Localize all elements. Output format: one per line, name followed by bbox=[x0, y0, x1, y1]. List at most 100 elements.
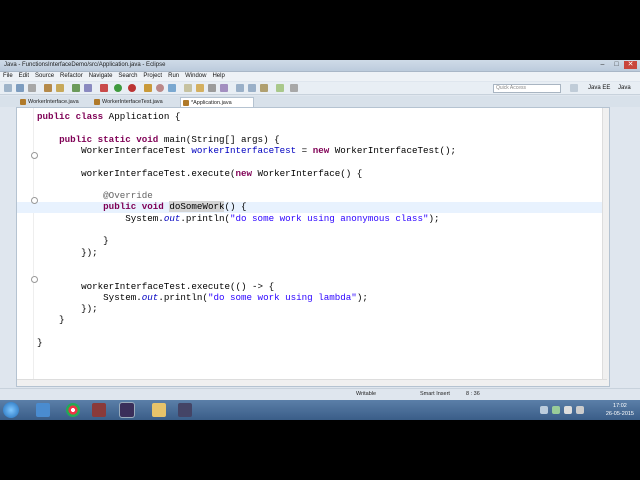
code-token: new bbox=[312, 144, 330, 156]
code-line[interactable]: } bbox=[37, 314, 65, 325]
annotation-icon[interactable] bbox=[220, 84, 228, 92]
code-line[interactable]: workerInterfaceTest.execute(() -> { bbox=[37, 281, 274, 292]
code-line[interactable]: System.out.println("do some work using l… bbox=[37, 292, 368, 303]
code-token: WorkerInterfaceTest(); bbox=[329, 144, 457, 156]
outline-icon[interactable] bbox=[290, 84, 298, 92]
new-class-icon[interactable] bbox=[144, 84, 152, 92]
new-icon[interactable] bbox=[4, 84, 12, 92]
code-token: () { bbox=[224, 201, 247, 213]
code-line[interactable]: WorkerInterfaceTest workerInterfaceTest … bbox=[37, 145, 456, 156]
code-line[interactable]: public class Application { bbox=[37, 111, 180, 122]
code-line[interactable]: System.out.println("do some work using a… bbox=[37, 212, 440, 224]
eclipse-icon[interactable] bbox=[119, 402, 135, 418]
code-token: ); bbox=[356, 291, 368, 303]
app-icon[interactable] bbox=[92, 403, 106, 417]
code-token: .println( bbox=[180, 212, 230, 224]
code-line[interactable]: @Override bbox=[37, 190, 153, 201]
code-token: = bbox=[296, 144, 313, 156]
window-title: Java - FunctionsInterfaceDemo/src/Applic… bbox=[4, 62, 166, 68]
code-editor[interactable]: public class Application { public static… bbox=[16, 107, 610, 387]
menu-source[interactable]: Source bbox=[32, 72, 57, 81]
pin-icon[interactable] bbox=[260, 84, 268, 92]
open-perspective-icon[interactable] bbox=[570, 84, 578, 92]
volume-icon[interactable] bbox=[576, 406, 584, 414]
title-bar: Java - FunctionsInterfaceDemo/src/Applic… bbox=[0, 60, 640, 72]
code-token: out bbox=[163, 212, 181, 224]
menu-edit[interactable]: Edit bbox=[16, 72, 32, 81]
toggle-mark-icon[interactable] bbox=[208, 84, 216, 92]
menu-file[interactable]: File bbox=[0, 72, 16, 81]
menu-project[interactable]: Project bbox=[140, 72, 165, 81]
code-token: } bbox=[37, 314, 65, 326]
code-token: System. bbox=[37, 212, 164, 224]
code-line[interactable]: }); bbox=[37, 303, 98, 314]
task-icon[interactable] bbox=[276, 84, 284, 92]
external-tools-icon[interactable] bbox=[128, 84, 136, 92]
status-insert-mode: Smart Insert bbox=[420, 391, 450, 397]
print-icon[interactable] bbox=[28, 84, 36, 92]
folder-icon[interactable] bbox=[152, 403, 166, 417]
code-token: new bbox=[235, 167, 253, 179]
vertical-scrollbar[interactable] bbox=[602, 108, 609, 386]
forward-icon[interactable] bbox=[248, 84, 256, 92]
save-icon[interactable] bbox=[16, 84, 24, 92]
code-token: doSomeWork bbox=[169, 201, 225, 213]
code-token: .println( bbox=[158, 291, 208, 303]
code-token: Application { bbox=[103, 111, 181, 122]
perspective-java-ee[interactable]: Java EE bbox=[588, 83, 610, 93]
open-type-icon[interactable] bbox=[156, 84, 164, 92]
menu-help[interactable]: Help bbox=[209, 72, 227, 81]
tab-worker-interface[interactable]: WorkerInterface.java bbox=[18, 97, 98, 107]
open-task-icon[interactable] bbox=[184, 84, 192, 92]
code-token: }); bbox=[37, 246, 98, 258]
tools-icon[interactable] bbox=[84, 84, 92, 92]
network-icon[interactable] bbox=[564, 406, 572, 414]
code-token: "do some work using anonymous class" bbox=[229, 212, 429, 224]
clock[interactable]: 17:02 26-05-2015 bbox=[606, 402, 634, 418]
toolbar: Quick Access Java EE Java bbox=[0, 82, 640, 95]
code-line[interactable]: public static void main(String[] args) { bbox=[37, 134, 280, 145]
code-token: public class bbox=[37, 111, 104, 122]
maximize-button[interactable]: □ bbox=[610, 61, 623, 69]
menu-window[interactable]: Window bbox=[182, 72, 209, 81]
status-bar: Writable Smart Insert 8 : 36 bbox=[0, 388, 640, 400]
debug-run-icon[interactable] bbox=[100, 84, 108, 92]
tray-icon[interactable] bbox=[552, 406, 560, 414]
code-line[interactable]: } bbox=[37, 337, 43, 348]
tray-icon[interactable] bbox=[540, 406, 548, 414]
chrome-icon[interactable] bbox=[66, 403, 80, 417]
java-file-icon bbox=[20, 99, 26, 105]
tool-icon[interactable] bbox=[178, 403, 192, 417]
editor-tabs: WorkerInterface.java WorkerInterfaceTest… bbox=[0, 96, 640, 108]
code-line[interactable]: public void doSomeWork() { bbox=[37, 201, 247, 213]
horizontal-scrollbar[interactable] bbox=[17, 379, 607, 386]
search-icon[interactable] bbox=[168, 84, 176, 92]
menu-navigate[interactable]: Navigate bbox=[86, 72, 116, 81]
minimize-button[interactable]: – bbox=[596, 61, 609, 69]
close-button[interactable]: ✕ bbox=[624, 61, 637, 69]
code-line[interactable]: }); bbox=[37, 247, 98, 258]
java-file-icon bbox=[183, 100, 189, 106]
debug-icon[interactable] bbox=[44, 84, 52, 92]
gear-icon[interactable] bbox=[72, 84, 80, 92]
code-token: WorkerInterfaceTest bbox=[37, 144, 192, 156]
run-icon[interactable] bbox=[114, 84, 122, 92]
code-line[interactable]: workerInterfaceTest.execute(new WorkerIn… bbox=[37, 168, 362, 179]
menu-run[interactable]: Run bbox=[165, 72, 182, 81]
quick-access-input[interactable]: Quick Access bbox=[493, 84, 561, 93]
editor-ruler bbox=[17, 108, 34, 386]
menu-refactor[interactable]: Refactor bbox=[57, 72, 86, 81]
package-icon[interactable] bbox=[56, 84, 64, 92]
back-icon[interactable] bbox=[236, 84, 244, 92]
menu-search[interactable]: Search bbox=[115, 72, 140, 81]
start-button-icon[interactable] bbox=[3, 402, 19, 418]
code-line[interactable]: } bbox=[37, 235, 109, 246]
tab-worker-interface-test[interactable]: WorkerInterfaceTest.java bbox=[92, 97, 186, 107]
perspective-java[interactable]: Java bbox=[618, 83, 631, 93]
code-token: ); bbox=[428, 212, 440, 224]
edit-icon[interactable] bbox=[196, 84, 204, 92]
ie-icon[interactable] bbox=[36, 403, 50, 417]
java-file-icon bbox=[94, 99, 100, 105]
code-token: }); bbox=[37, 303, 98, 315]
